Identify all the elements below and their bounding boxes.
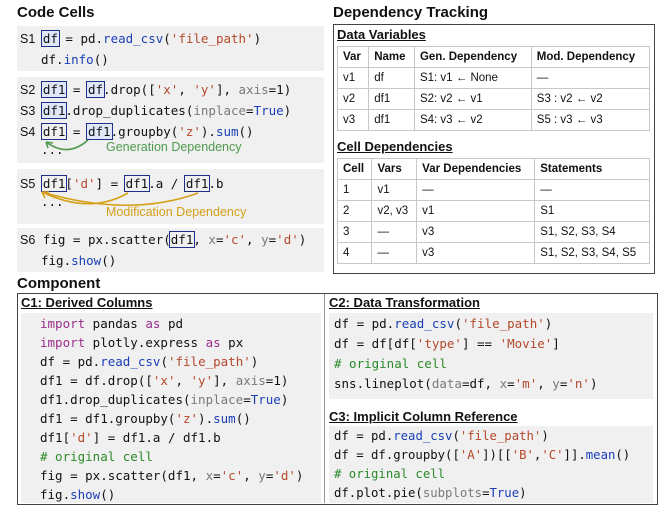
c2-code: df = pd.read_csv('file_path')df = df[df[… <box>334 314 597 394</box>
c3-line-1: df = pd.read_csv('file_path') <box>334 429 549 443</box>
table-row: 1 v1 — — <box>336 179 650 201</box>
data-variables-title: Data Variables <box>337 27 426 42</box>
c1-title: C1: Derived Columns <box>21 295 153 310</box>
c1-line-4: df1 = df.drop(['x', 'y'], axis=1) <box>40 373 289 388</box>
c1-line-7: df1['d'] = df1.a / df1.b <box>40 430 221 445</box>
data-variables-table: Var Name Gen. Dependency Mod. Dependency… <box>336 46 651 131</box>
table-header-row: Cell Vars Var Dependencies Statements <box>336 158 650 180</box>
table-row: v1 df S1: v1 ← None — <box>336 67 651 89</box>
s6-line: S6 fig = px.scatter(df1, x='c', y='d') <box>20 231 307 248</box>
cell-dependencies-table: Cell Vars Var Dependencies Statements 1 … <box>336 158 650 264</box>
modification-arrow-2 <box>41 191 199 207</box>
c1-line-9: fig = px.scatter(df1, x='c', y='d') <box>40 468 304 483</box>
c2-line-3: # original cell <box>334 356 447 371</box>
c3-line-4: df.plot.pie(subplots=True) <box>334 486 527 500</box>
c1-line-10: fig.show() <box>40 487 116 502</box>
component-title: Component <box>17 275 101 292</box>
dependency-arrows <box>41 139 199 207</box>
component-divider <box>324 294 325 503</box>
c3-line-3: # original cell <box>334 467 446 481</box>
c1-line-6: df1 = df1.groupby('z').sum() <box>40 411 251 426</box>
table-header-row: Var Name Gen. Dependency Mod. Dependency <box>336 46 651 68</box>
table-row: v3 df1 S4: v3 ← v2 S5 : v3 ← v3 <box>336 109 651 131</box>
generation-arrow <box>45 139 89 151</box>
c2-line-2: df = df[df['type'] == 'Movie'] <box>334 336 560 351</box>
c1-line-1: import pandas as pd <box>40 316 184 331</box>
table-row: 2 v2, v3 v1 S1 <box>336 200 650 222</box>
c1-line-2: import plotly.express as px <box>40 335 244 350</box>
c1-line-8: # original cell <box>40 449 153 464</box>
c2-line-1: df = pd.read_csv('file_path') <box>334 316 553 331</box>
c2-line-4: sns.lineplot(data=df, x='m', y='n') <box>334 376 598 391</box>
c3-code: df = pd.read_csv('file_path')df = df.gro… <box>334 427 630 503</box>
c1-line-3: df = pd.read_csv('file_path') <box>40 354 259 369</box>
c3-line-2: df = df.groupby(['A'])[['B','C']].mean() <box>334 448 631 462</box>
dependency-tracking-title: Dependency Tracking <box>333 4 489 21</box>
c2-title: C2: Data Transformation <box>329 295 480 310</box>
s6-line2: fig.show() <box>41 253 117 268</box>
table-row: 4 — v3 S1, S2, S3, S4, S5 <box>336 242 650 264</box>
c1-line-5: df1.drop_duplicates(inplace=True) <box>40 392 289 407</box>
c3-title: C3: Implicit Column Reference <box>329 409 518 424</box>
table-row: 3 — v3 S1, S2, S3, S4 <box>336 221 650 243</box>
table-row: v2 df1 S2: v2 ← v1 S3 : v2 ← v2 <box>336 88 651 110</box>
c1-code: import pandas as pd import plotly.express… <box>40 314 303 504</box>
cell-dependencies-title: Cell Dependencies <box>337 139 453 154</box>
